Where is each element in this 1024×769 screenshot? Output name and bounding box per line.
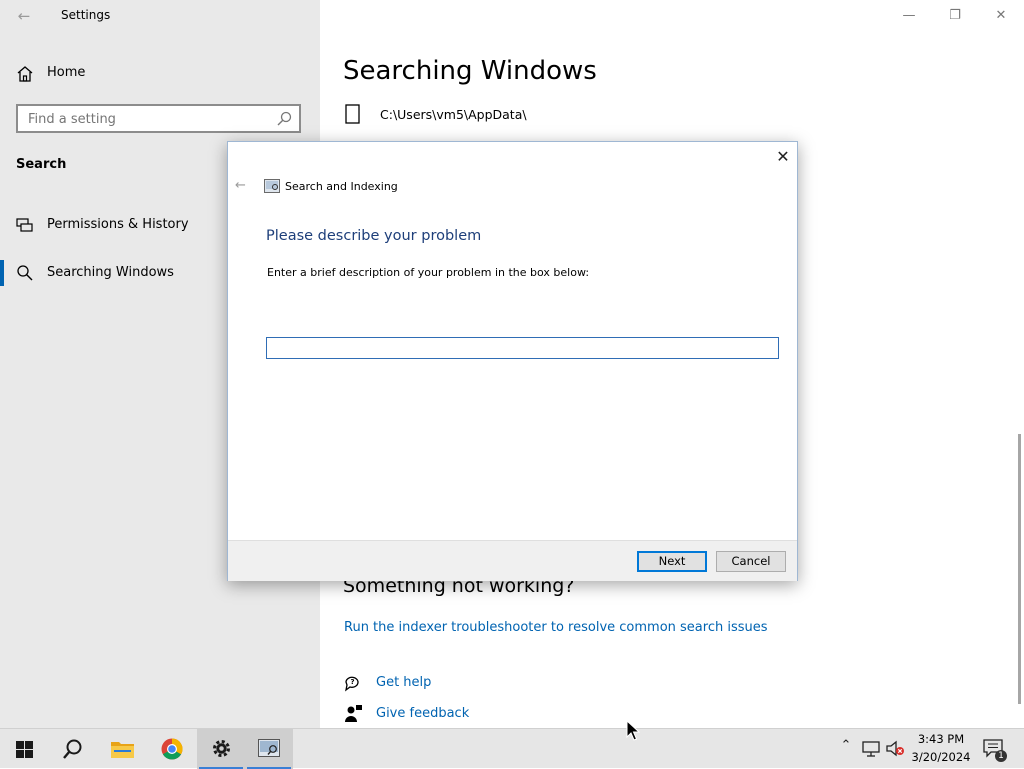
get-help-icon: ?	[345, 676, 359, 692]
taskbar-search-button[interactable]	[48, 729, 96, 769]
close-icon[interactable]: ✕	[771, 145, 795, 169]
find-setting-input[interactable]	[26, 109, 270, 130]
troubleshooter-icon	[258, 739, 280, 757]
sidebar-item-label: Searching Windows	[47, 265, 174, 280]
run-troubleshooter-link[interactable]: Run the indexer troubleshooter to resolv…	[344, 620, 768, 635]
back-arrow-icon[interactable]: ←	[14, 6, 34, 26]
cancel-button[interactable]: Cancel	[716, 551, 786, 572]
troubleshooter-dialog: ✕ ← Search and Indexing Please describe …	[227, 141, 798, 581]
sidebar-item-label: Permissions & History	[47, 217, 189, 232]
dialog-instruction: Enter a brief description of your proble…	[267, 266, 590, 279]
settings-gear-icon	[213, 740, 230, 757]
close-window-icon[interactable]: ✕	[978, 0, 1024, 32]
home-icon	[17, 66, 33, 82]
next-button[interactable]: Next	[637, 551, 707, 572]
scrollbar[interactable]	[1018, 434, 1021, 704]
svg-text:?: ?	[351, 678, 355, 686]
app-title: Settings	[61, 8, 111, 22]
start-icon	[16, 741, 33, 758]
search-icon	[63, 739, 82, 759]
permissions-icon	[16, 218, 33, 232]
feedback-icon	[345, 705, 362, 722]
page-title: Searching Windows	[343, 56, 597, 86]
excluded-folder-path: C:\Users\vm5\AppData\	[380, 107, 527, 122]
taskbar-file-explorer[interactable]	[98, 729, 146, 769]
minimize-icon[interactable]: —	[886, 0, 932, 32]
nav-home-label: Home	[47, 65, 86, 80]
selected-indicator	[0, 260, 4, 286]
start-button[interactable]	[0, 729, 48, 769]
find-setting-box[interactable]	[16, 104, 301, 133]
show-hidden-icons-chevron-icon[interactable]: ⌃	[838, 738, 854, 758]
taskbar-chrome[interactable]	[148, 729, 196, 769]
restore-icon[interactable]: ❐	[932, 0, 978, 32]
get-help-link[interactable]: Get help	[376, 675, 431, 690]
search-icon	[17, 265, 33, 281]
clock-date[interactable]: 3/20/2024	[908, 750, 974, 764]
mouse-cursor-icon	[626, 720, 640, 741]
dialog-heading: Please describe your problem	[266, 228, 482, 244]
taskbar-troubleshooter[interactable]	[245, 729, 293, 769]
troubleshooter-icon	[264, 179, 280, 193]
file-explorer-icon	[111, 742, 134, 758]
section-heading: Search	[16, 157, 67, 172]
notification-count-badge: 1	[995, 750, 1007, 762]
back-arrow-icon[interactable]: ←	[235, 178, 251, 194]
chrome-icon	[161, 738, 183, 760]
give-feedback-link[interactable]: Give feedback	[376, 706, 469, 721]
network-icon[interactable]	[862, 741, 880, 757]
nav-home[interactable]: Home	[0, 60, 320, 86]
taskbar: ⌃ 3:43 PM 3/20/2024 1	[0, 728, 1024, 769]
taskbar-settings[interactable]	[197, 729, 245, 769]
dialog-app-title: Search and Indexing	[285, 180, 398, 193]
search-icon[interactable]	[276, 111, 292, 127]
dialog-footer: Next Cancel	[228, 540, 797, 581]
volume-muted-icon[interactable]	[885, 740, 905, 757]
clock-time[interactable]: 3:43 PM	[910, 732, 972, 746]
problem-description-input[interactable]	[266, 337, 779, 359]
folder-icon	[345, 104, 360, 124]
